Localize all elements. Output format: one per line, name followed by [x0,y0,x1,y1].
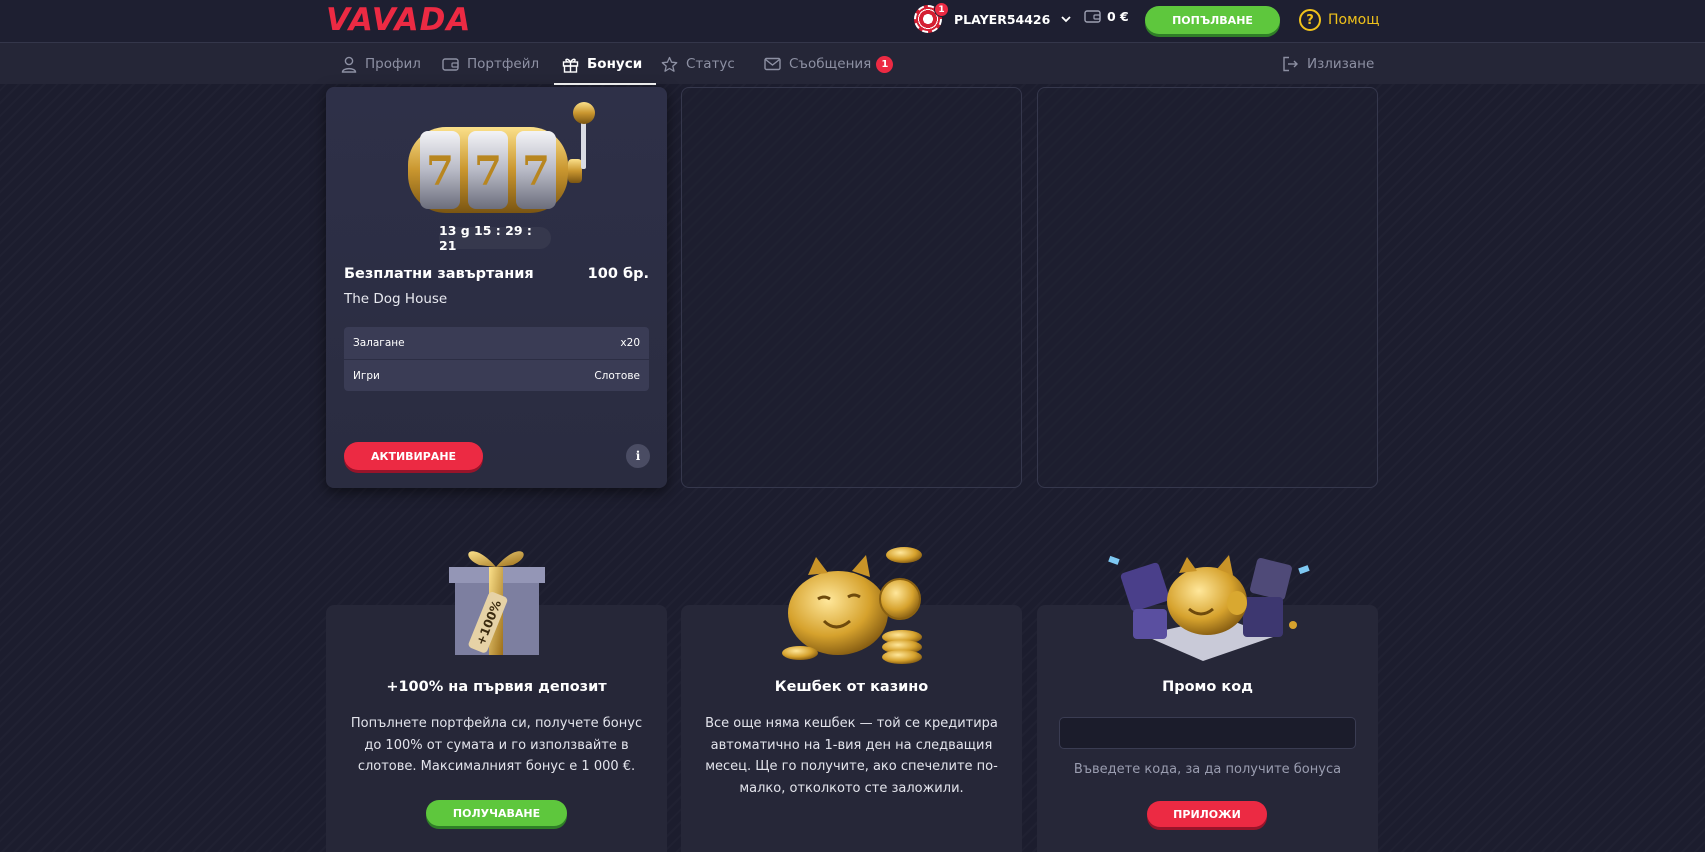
tab-wallet[interactable]: Портфейл [442,43,539,85]
activate-bonus-button[interactable]: АКТИВИРАНЕ [344,442,483,470]
get-bonus-button[interactable]: ПОЛУЧАВАНЕ [426,800,567,826]
terms-row-games: Игри Слотове [344,359,649,391]
cashback-promo-card: Кешбек от казино Все още няма кешбек — т… [681,547,1022,852]
messages-count-badge: 1 [876,55,894,73]
piggy-bank-coins-image [781,547,922,664]
piggy-bank-gifts-image [1107,555,1310,661]
cashback-title: Кешбек от казино [774,679,929,695]
user-icon [341,56,357,73]
wallet-icon [1084,10,1101,23]
vavada-logo[interactable]: VAVADA [326,4,471,36]
free-spins-bonus-card: 7 7 7 13 g 15 : 29 : 21 Безплатни завърт… [326,87,667,488]
tab-status[interactable]: Статус [661,43,735,85]
bonus-game-name: The Dog House [344,291,448,307]
help-label: Помощ [1328,12,1380,28]
info-icon[interactable]: i [626,444,650,468]
help-link[interactable]: ? Помощ [1299,9,1379,31]
star-icon [661,56,678,72]
tab-profile[interactable]: Профил [341,43,421,85]
terms-label: Игри [353,369,380,382]
deposit-button[interactable]: ПОПЪЛВАНЕ [1145,6,1280,34]
promo-code-input[interactable] [1059,717,1356,749]
chevron-down-icon[interactable] [1060,13,1072,25]
promo-code-hint: Въведете кода, за да получите бонуса [1073,762,1342,777]
logout-icon [1283,56,1298,72]
svg-text:7: 7 [522,148,550,195]
user-menu[interactable]: 1 PLAYER54426 [914,2,1072,34]
balance-amount: 0 € [1107,9,1129,24]
wallet-icon [442,57,459,71]
username[interactable]: PLAYER54426 [954,12,1050,27]
tab-messages[interactable]: Съобщения 1 [764,43,894,85]
bonus-terms-table: Залагане x20 Игри Слотове [344,327,649,391]
logout-link[interactable]: Излизане [1282,43,1374,85]
gift-box-image: +100% [448,551,545,655]
logout-label: Излизане [1307,56,1375,72]
tab-status-label: Статус [686,56,735,72]
gift-icon [562,58,579,73]
svg-text:7: 7 [474,148,502,195]
apply-promo-code-button[interactable]: ПРИЛОЖИ [1147,801,1267,827]
tab-profile-label: Профил [365,56,421,72]
question-icon: ? [1299,9,1321,31]
balance-display: 0 € [1084,9,1129,24]
tab-wallet-label: Портфейл [467,56,540,72]
promo-code-title: Промо код [1162,679,1253,695]
terms-value: Слотове [594,369,640,382]
bonus-amount: 100 бр. [587,266,649,282]
bonus-title: Безплатни завъртания [344,266,534,282]
terms-row-wagering: Залагане x20 [344,327,649,359]
first-deposit-title: +100% на първия депозит [386,679,607,695]
slot-machine-image: 7 7 7 [408,102,595,213]
top-header: VAVADA 1 PLAYER54426 0 € ПОПЪЛВАНЕ ? Пом… [0,0,1705,42]
cashback-description: Все още няма кешбек — той се кредитира а… [705,716,998,796]
envelope-icon [764,57,781,71]
first-deposit-promo-card: +100% +100% на първия депозит Попълнете … [326,551,667,852]
svg-text:7: 7 [426,148,454,195]
tab-bonuses-label: Бонуси [587,56,643,72]
tab-bonuses[interactable]: Бонуси [553,43,657,85]
avatar[interactable]: 1 [914,2,949,33]
bonus-countdown-timer: 13 g 15 : 29 : 21 [439,223,551,253]
terms-label: Залагане [353,337,405,349]
empty-bonus-slot [681,87,1022,488]
account-nav: Профил Портфейл Бонуси Статус Съобщения … [0,42,1705,85]
terms-value: x20 [620,337,640,349]
promo-code-card: Промо код Въведете кода, за да получите … [1037,555,1378,852]
tab-messages-label: Съобщения [789,56,872,72]
first-deposit-description: Попълнете портфейла си, получете бонус д… [350,716,643,774]
avatar-notification-badge: 1 [934,2,949,17]
empty-bonus-slot [1037,87,1378,488]
